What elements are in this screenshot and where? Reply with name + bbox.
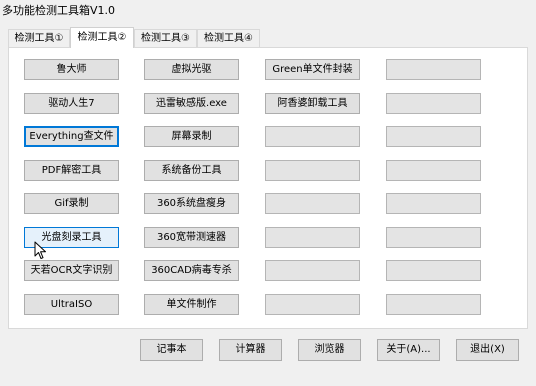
tab-tools-3[interactable]: 检测工具③ xyxy=(134,29,197,47)
empty-button[interactable] xyxy=(386,93,481,114)
virtual-drive-button[interactable]: 虚拟光驱 xyxy=(144,59,239,80)
ultraiso-button[interactable]: UltraISO xyxy=(24,294,119,315)
system-backup-button[interactable]: 系统备份工具 xyxy=(144,160,239,181)
window-title: 多功能检测工具箱V1.0 xyxy=(2,4,116,17)
notepad-button[interactable]: 记事本 xyxy=(140,339,203,361)
empty-button[interactable] xyxy=(386,227,481,248)
ocr-button[interactable]: 天若OCR文字识别 xyxy=(24,260,119,281)
empty-button[interactable] xyxy=(265,227,360,248)
empty-button[interactable] xyxy=(386,294,481,315)
empty-button[interactable] xyxy=(265,294,360,315)
tools-panel: 鲁大师 驱动人生7 Everything查文件 PDF解密工具 Gif录制 光盘… xyxy=(8,47,528,329)
calculator-button[interactable]: 计算器 xyxy=(219,339,282,361)
uninstaller-button[interactable]: 阿香婆卸载工具 xyxy=(265,93,360,114)
empty-button[interactable] xyxy=(386,59,481,80)
empty-button[interactable] xyxy=(386,193,481,214)
empty-button[interactable] xyxy=(265,126,360,147)
tab-tools-1[interactable]: 检测工具① xyxy=(8,29,70,47)
empty-button[interactable] xyxy=(386,260,481,281)
empty-button[interactable] xyxy=(265,193,360,214)
disk-slim-button[interactable]: 360系统盘瘦身 xyxy=(144,193,239,214)
empty-button[interactable] xyxy=(386,160,481,181)
tab-tools-2[interactable]: 检测工具② xyxy=(70,27,134,48)
ludashi-button[interactable]: 鲁大师 xyxy=(24,59,119,80)
green-pack-button[interactable]: Green单文件封装 xyxy=(265,59,360,80)
mouse-cursor-icon xyxy=(34,241,46,259)
xunlei-button[interactable]: 迅雷敏感版.exe xyxy=(144,93,239,114)
pdf-decrypt-button[interactable]: PDF解密工具 xyxy=(24,160,119,181)
about-button[interactable]: 关于(A)... xyxy=(377,339,440,361)
empty-button[interactable] xyxy=(386,126,481,147)
empty-button[interactable] xyxy=(265,160,360,181)
browser-button[interactable]: 浏览器 xyxy=(298,339,361,361)
speed-test-button[interactable]: 360宽带测速器 xyxy=(144,227,239,248)
cad-virus-kill-button[interactable]: 360CAD病毒专杀 xyxy=(144,260,239,281)
exit-button[interactable]: 退出(X) xyxy=(456,339,519,361)
tab-tools-4[interactable]: 检测工具④ xyxy=(197,29,260,47)
driver-life-button[interactable]: 驱动人生7 xyxy=(24,93,119,114)
gif-record-button[interactable]: Gif录制 xyxy=(24,193,119,214)
single-file-make-button[interactable]: 单文件制作 xyxy=(144,294,239,315)
screen-record-button[interactable]: 屏幕录制 xyxy=(144,126,239,147)
everything-search-button[interactable]: Everything查文件 xyxy=(24,126,119,147)
empty-button[interactable] xyxy=(265,260,360,281)
